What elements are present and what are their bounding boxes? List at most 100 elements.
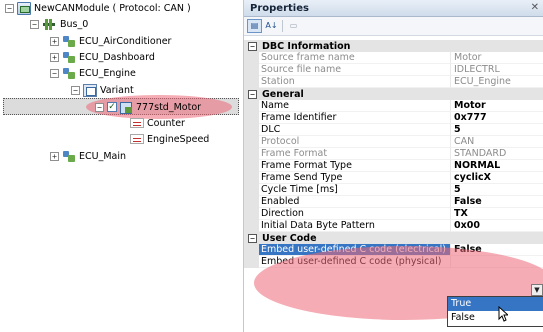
- expand-icon[interactable]: +: [50, 151, 59, 161]
- signal-icon: [130, 118, 144, 128]
- alphabetical-sort-icon[interactable]: A↓: [264, 19, 279, 33]
- ecu-icon: [62, 150, 76, 163]
- collapse-icon[interactable]: −: [5, 3, 14, 13]
- property-row[interactable]: Frame Send Type cyclicX: [244, 172, 543, 184]
- property-row[interactable]: DLC 5: [244, 124, 543, 136]
- property-row[interactable]: Cycle Time [ms] 5: [244, 184, 543, 196]
- property-value[interactable]: False: [451, 196, 543, 208]
- toolbar-divider: [282, 20, 283, 32]
- close-icon[interactable]: ✕: [531, 2, 539, 13]
- message-enabled-checkbox[interactable]: ✓: [107, 102, 117, 112]
- property-row[interactable]: Name Motor: [244, 100, 543, 112]
- message-icon: [119, 101, 133, 114]
- property-row[interactable]: Direction TX: [244, 208, 543, 220]
- tree-node-label: ECU_Dashboard: [79, 51, 155, 63]
- tree-node-signal-enginespeed[interactable]: EngineSpeed: [130, 131, 209, 147]
- property-name: Station: [259, 76, 451, 88]
- chevron-down-icon[interactable]: ▼: [531, 284, 543, 296]
- collapse-icon[interactable]: −: [95, 102, 104, 112]
- property-gutter: [244, 196, 259, 208]
- property-value[interactable]: TX: [451, 208, 543, 220]
- tree-node-bus[interactable]: − Bus_0: [30, 16, 88, 32]
- property-category-label: DBC Information: [262, 40, 351, 52]
- property-category[interactable]: − General: [244, 88, 543, 100]
- tree-node-ecu-dashboard[interactable]: + ECU_Dashboard: [50, 49, 155, 65]
- collapse-icon[interactable]: −: [248, 233, 257, 243]
- project-tree: − NewCANModule ( Protocol: CAN ) − Bus_0…: [0, 0, 243, 332]
- property-gutter: [244, 136, 259, 148]
- property-row[interactable]: Frame Identifier 0x777: [244, 112, 543, 124]
- tree-node-label: 777std_Motor: [136, 101, 202, 113]
- property-name: Name: [259, 100, 451, 112]
- tree-node-label: ECU_AirConditioner: [79, 35, 172, 47]
- property-name: Direction: [259, 208, 451, 220]
- property-row[interactable]: Initial Data Byte Pattern 0x00: [244, 220, 543, 232]
- property-value[interactable]: 5: [451, 184, 543, 196]
- property-gutter: [244, 256, 259, 268]
- property-value[interactable]: 0x777: [451, 112, 543, 124]
- property-gutter: [244, 220, 259, 232]
- tree-node-label: Counter: [147, 117, 185, 129]
- properties-titlebar: Properties ✕: [244, 0, 543, 17]
- property-row[interactable]: Source frame name Motor: [244, 52, 543, 64]
- tree-node-label: EngineSpeed: [147, 133, 210, 145]
- property-row[interactable]: Source file name IDLECTRL: [244, 64, 543, 76]
- collapse-icon[interactable]: −: [248, 89, 257, 99]
- property-name: Protocol: [259, 136, 451, 148]
- ecu-icon: [62, 35, 76, 48]
- collapse-icon[interactable]: −: [248, 41, 257, 51]
- property-value[interactable]: Motor: [451, 100, 543, 112]
- property-name: Source file name: [259, 64, 451, 76]
- property-value[interactable]: 0x00: [451, 220, 543, 232]
- property-grid: − DBC Information Source frame name Motor So…: [244, 40, 543, 268]
- property-row[interactable]: Frame Format STANDARD: [244, 148, 543, 160]
- tree-node-root[interactable]: − NewCANModule ( Protocol: CAN ): [5, 0, 191, 16]
- tree-node-variant[interactable]: − Variant: [71, 82, 134, 98]
- categorized-view-icon[interactable]: ▤: [247, 19, 262, 33]
- property-row[interactable]: Protocol CAN: [244, 136, 543, 148]
- property-value: ECU_Engine: [451, 76, 543, 88]
- property-gutter: [244, 52, 259, 64]
- property-value[interactable]: 5: [451, 124, 543, 136]
- bus-icon: [42, 18, 57, 31]
- expand-icon[interactable]: +: [50, 36, 59, 46]
- property-value: CAN: [451, 136, 543, 148]
- mouse-pointer-icon: [498, 306, 508, 322]
- tree-node-ecu-airconditioner[interactable]: + ECU_AirConditioner: [50, 33, 171, 49]
- property-value: IDLECTRL: [451, 64, 543, 76]
- property-row[interactable]: Enabled False: [244, 196, 543, 208]
- property-value[interactable]: cyclicX: [451, 172, 543, 184]
- collapse-icon[interactable]: −: [30, 19, 39, 29]
- property-name: Source frame name: [259, 52, 451, 64]
- property-pages-icon[interactable]: ▭: [286, 19, 301, 33]
- tree-node-message[interactable]: − ✓ 777std_Motor: [95, 99, 201, 115]
- property-value: STANDARD: [451, 148, 543, 160]
- tree-node-signal-counter[interactable]: Counter: [130, 115, 185, 131]
- property-category[interactable]: − User Code: [244, 232, 543, 244]
- tree-node-label: Variant: [100, 84, 134, 96]
- property-name: Frame Format Type: [259, 160, 451, 172]
- tree-node-label: ECU_Main: [79, 150, 127, 162]
- property-row[interactable]: Station ECU_Engine: [244, 76, 543, 88]
- property-gutter: [244, 208, 259, 220]
- property-category[interactable]: − DBC Information: [244, 40, 543, 52]
- property-category-label: User Code: [262, 232, 317, 244]
- property-gutter: [244, 244, 259, 256]
- tree-node-ecu-engine[interactable]: − ECU_Engine: [50, 65, 136, 81]
- property-row[interactable]: Frame Format Type NORMAL: [244, 160, 543, 172]
- expand-icon[interactable]: +: [50, 52, 59, 62]
- property-name: Initial Data Byte Pattern: [259, 220, 451, 232]
- properties-panel: Properties ✕ ▤ A↓ ▭ − DBC Information Sour…: [243, 0, 543, 332]
- ecu-icon: [62, 51, 76, 64]
- property-category-label: General: [262, 88, 304, 100]
- tree-node-bus-label: Bus_0: [60, 18, 89, 30]
- dropdown-option-false[interactable]: False: [448, 311, 543, 325]
- tree-node-ecu-main[interactable]: + ECU_Main: [50, 148, 126, 164]
- property-value[interactable]: NORMAL: [451, 160, 543, 172]
- property-gutter: [244, 76, 259, 88]
- value-dropdown-list[interactable]: True False: [447, 296, 543, 327]
- dropdown-option-true[interactable]: True: [448, 297, 543, 311]
- collapse-icon[interactable]: −: [50, 68, 59, 78]
- property-gutter: [244, 112, 259, 124]
- collapse-icon[interactable]: −: [71, 85, 80, 95]
